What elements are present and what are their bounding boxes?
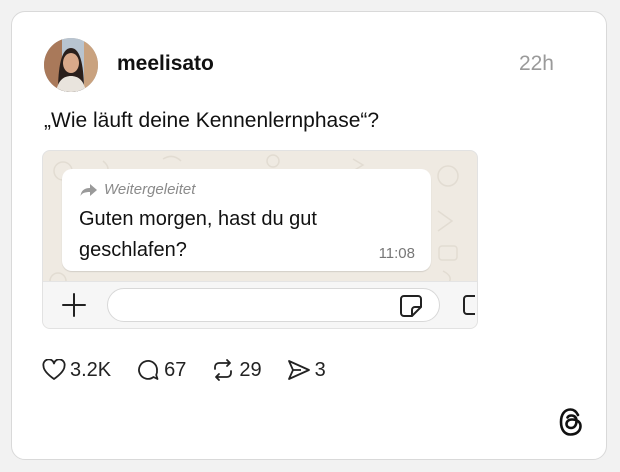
post-actions: 3.2K 67 29 3: [42, 358, 351, 382]
threads-logo-icon[interactable]: [558, 407, 584, 437]
message-time: 11:08: [378, 245, 415, 262]
repost-icon: [214, 359, 233, 381]
comment-icon: [138, 359, 159, 380]
message-text: Guten morgen, hast du gut geschlafen?: [79, 204, 317, 266]
message-line-2: geschlafen?: [79, 239, 187, 261]
reply-count: 67: [164, 358, 187, 381]
chat-screenshot-image[interactable]: Weitergeleitet Guten morgen, hast du gut…: [42, 150, 478, 329]
message-bubble: Weitergeleitet Guten morgen, hast du gut…: [62, 169, 431, 271]
like-count: 3.2K: [70, 358, 112, 381]
chat-message-field: [107, 288, 440, 322]
heart-icon: [42, 359, 66, 380]
send-icon: [287, 360, 310, 380]
avatar[interactable]: [44, 38, 98, 92]
post-text: „Wie läuft deine Kennenlernphase“?: [44, 109, 380, 132]
forwarded-indicator: Weitergeleitet: [80, 181, 195, 198]
repost-button[interactable]: 29: [211, 358, 262, 382]
forward-arrow-icon: [80, 183, 97, 196]
sticker-icon: [400, 295, 422, 317]
forwarded-label: Weitergeleitet: [104, 181, 196, 198]
chat-input-bar: [43, 281, 477, 328]
camera-icon: [463, 295, 475, 315]
message-line-1: Guten morgen, hast du gut: [79, 208, 317, 230]
username[interactable]: meelisato: [117, 52, 214, 76]
share-count: 3: [314, 358, 326, 381]
share-button[interactable]: 3: [287, 359, 326, 382]
post-time: 22h: [518, 52, 554, 75]
repost-count: 29: [239, 358, 262, 381]
post-card: meelisato 22h „Wie läuft deine Kennenler…: [11, 11, 607, 460]
reply-button[interactable]: 67: [136, 358, 186, 382]
plus-icon: [62, 293, 86, 317]
like-button[interactable]: 3.2K: [42, 359, 111, 382]
